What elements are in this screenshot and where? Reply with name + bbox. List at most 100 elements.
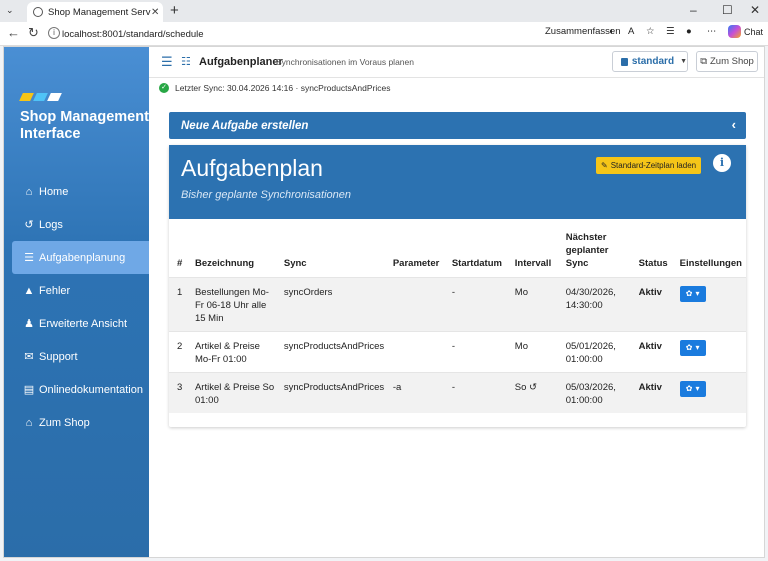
history-icon: ↺ <box>526 381 538 393</box>
sidebar-item-onlinedokumentation[interactable]: ▤ Onlinedokumentation <box>12 373 149 406</box>
store-select-label: standard <box>631 56 675 67</box>
cell-num-text: 2 <box>177 340 183 352</box>
cell-sync: syncProductsAndPrices <box>279 330 389 372</box>
hamburger-icon[interactable]: ☰ <box>161 54 173 70</box>
cell-status: Aktiv <box>634 371 676 413</box>
sidebar-item-label: Support <box>39 350 78 363</box>
favorites-icon[interactable]: ☰ <box>666 26 675 37</box>
store-select[interactable]: standard ▼ <box>612 51 688 72</box>
browser-tab[interactable]: Shop Management Service - neue ✕ <box>27 2 163 22</box>
settings-dropdown-button[interactable]: ✿ ▾ <box>679 380 706 397</box>
list-icon: ☷ <box>181 56 191 68</box>
caret-down-icon: ▾ <box>695 384 700 393</box>
cell-settings: ✿ ▾ <box>675 330 746 372</box>
home-icon: ⌂ <box>25 185 33 198</box>
cell-interval-text: Mo <box>514 340 528 352</box>
column-header[interactable]: Nächster geplanter Sync <box>562 219 635 277</box>
cell-num-text: 1 <box>177 286 183 298</box>
sidebar-item-erweiterte-ansicht[interactable]: ♟ Erweiterte Ansicht <box>12 307 149 340</box>
schedule-title: Aufgabenplan <box>181 155 323 181</box>
gear-icon: ✿ <box>685 343 693 352</box>
close-window-icon[interactable]: ✕ <box>750 3 760 17</box>
sidebar-item-label: Logs <box>39 218 63 231</box>
check-circle-icon: ✓ <box>159 82 169 93</box>
new-task-panel[interactable]: Neue Aufgabe erstellen ‹ <box>169 112 746 139</box>
cell-settings: ✿ ▾ <box>675 371 746 413</box>
schedule-card: Aufgabenplan Bisher geplante Synchronisa… <box>169 145 746 427</box>
cell-num: 1 <box>169 276 191 331</box>
column-header[interactable]: Parameter <box>389 219 448 277</box>
cell-next: 04/30/2026, 14:30:00 <box>561 276 635 331</box>
cell-name: Artikel & Preise Mo-Fr 01:00 <box>190 330 280 372</box>
zum-shop-button[interactable]: ⧉ Zum Shop <box>696 51 758 72</box>
load-default-schedule-button[interactable]: ✎ Standard-Zeitplan laden <box>596 157 702 174</box>
sidebar-item-label: Zum Shop <box>39 416 90 429</box>
table-row[interactable]: 2 Artikel & Preise Mo-Fr 01:00 syncProduct… <box>169 330 746 372</box>
sidebar-item-support[interactable]: ✉ Support <box>12 340 149 373</box>
gear-icon: ✿ <box>685 289 693 298</box>
table-row[interactable]: 3 Artikel & Preise So 01:00 syncProductsAn… <box>169 371 746 413</box>
sidebar-item-label: Home <box>39 185 69 198</box>
magic-wand-icon: ✎ <box>601 161 608 170</box>
column-header[interactable]: Sync <box>280 219 389 277</box>
cell-status: Aktiv <box>634 276 676 331</box>
cell-sync-text: syncOrders <box>283 286 333 298</box>
schedule-subtitle: Bisher geplante Synchronisationen <box>181 189 352 201</box>
site-info-icon[interactable]: i <box>48 27 60 39</box>
cell-num: 2 <box>169 330 191 372</box>
address-row: ← ↻ i localhost:8001/standard/schedule Z… <box>0 22 768 46</box>
schedule-card-header: Aufgabenplan Bisher geplante Synchronisa… <box>169 145 746 219</box>
cell-name: Bestellungen Mo-Fr 06-18 Uhr alle 15 Min <box>190 276 280 331</box>
column-header[interactable]: Status <box>635 219 676 277</box>
cell-start-text: - <box>451 340 455 352</box>
sidebar-item-logs[interactable]: ↺ Logs <box>12 208 149 241</box>
column-header[interactable]: # <box>169 219 191 277</box>
cell-sync: syncProductsAndPrices <box>279 371 389 413</box>
copilot-chat-button[interactable]: Chat <box>728 25 763 38</box>
favorite-star-icon[interactable]: ☆ <box>646 26 655 37</box>
info-icon[interactable]: i <box>713 154 731 172</box>
cell-start: - <box>447 371 511 413</box>
more-icon[interactable]: ⋯ <box>707 26 717 37</box>
chevron-left-icon[interactable]: ‹ <box>732 117 736 132</box>
new-tab-button[interactable]: + <box>170 2 179 19</box>
tab-bar: ⌄ Shop Management Service - neue ✕ + – ☐… <box>0 0 768 22</box>
sidebar-item-fehler[interactable]: ▲ Fehler <box>12 274 149 307</box>
back-icon[interactable]: ← <box>7 25 20 40</box>
cell-param-text: -a <box>392 381 402 393</box>
sidebar-item-home[interactable]: ⌂ Home <box>12 175 149 208</box>
tab-actions-icon[interactable]: ⌄ <box>6 5 14 16</box>
sidebar-item-label: Aufgabenplanung <box>39 251 126 264</box>
cell-status: Aktiv <box>634 330 676 372</box>
cell-sync-text: syncProductsAndPrices <box>283 381 385 393</box>
profile-avatar[interactable]: ● <box>686 26 692 37</box>
cell-next: 05/01/2026, 01:00:00 <box>561 330 635 372</box>
summarize-icon: ◐ <box>609 26 615 37</box>
sidebar-item-zum-shop[interactable]: ⌂ Zum Shop <box>12 406 149 439</box>
url-text: localhost:8001/standard/schedule <box>62 28 204 40</box>
app-logo <box>19 93 62 101</box>
cell-next-text: 05/01/2026, 01:00:00 <box>565 340 616 365</box>
cell-param <box>388 330 448 372</box>
settings-dropdown-button[interactable]: ✿ ▾ <box>679 285 706 302</box>
column-header[interactable]: Bezeichnung <box>191 219 280 277</box>
maximize-icon[interactable]: ☐ <box>722 3 733 17</box>
users-icon: ♟ <box>24 318 34 330</box>
read-aloud-icon[interactable]: A <box>628 26 634 37</box>
cell-interval-text: So <box>514 381 527 393</box>
column-header[interactable]: Startdatum <box>448 219 511 277</box>
cell-name-text: Bestellungen Mo-Fr 06-18 Uhr alle 15 Min <box>194 286 269 324</box>
cell-interval: Mo <box>510 330 562 372</box>
reload-icon[interactable]: ↻ <box>28 25 39 41</box>
page-title: Aufgabenplaner <box>199 56 283 68</box>
minimize-icon[interactable]: – <box>690 3 697 17</box>
close-tab-icon[interactable]: ✕ <box>151 7 163 18</box>
home-icon: ⌂ <box>25 416 33 429</box>
settings-dropdown-button[interactable]: ✿ ▾ <box>679 339 706 356</box>
app-page: Shop Management Interface ⌂ Home ↺ Logs ☰ Auf… <box>3 46 765 558</box>
table-row[interactable]: 1 Bestellungen Mo-Fr 06-18 Uhr alle 15 Mi… <box>169 276 746 331</box>
column-header[interactable]: Intervall <box>511 219 562 277</box>
sidebar-item-aufgabenplanung[interactable]: ☰ Aufgabenplanung <box>12 241 149 274</box>
history-icon: ↺ <box>24 219 34 231</box>
column-header[interactable]: Einstellungen <box>676 219 746 277</box>
